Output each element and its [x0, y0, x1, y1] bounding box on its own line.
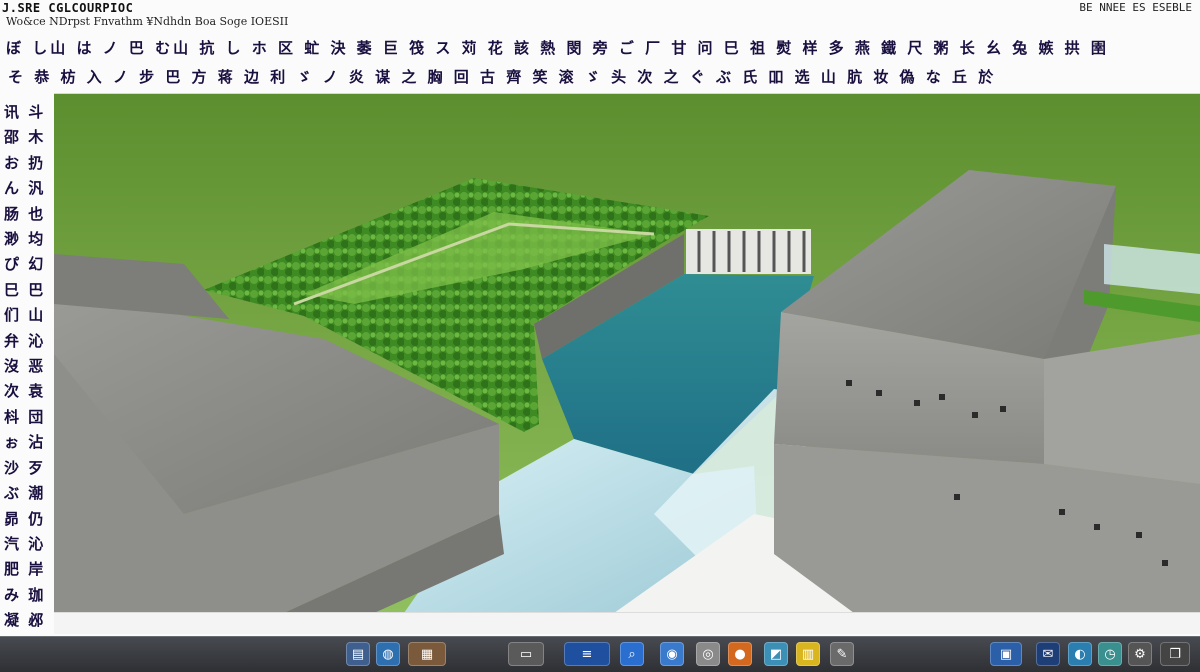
app-window: J.SRE CGLCOURPIOC Wo&ce NDrpst Fnvathm ¥…: [0, 0, 1200, 672]
search-icon[interactable]: ⌕: [620, 642, 644, 666]
notes-icon[interactable]: ▥: [796, 642, 820, 666]
app-subtitle: Wo&ce NDrpst Fnvathm ¥Ndhdn Boa Soge IOE…: [6, 15, 289, 28]
image-icon[interactable]: ◩: [764, 642, 788, 666]
monitor-icon[interactable]: ▭: [508, 642, 544, 666]
render-viewport[interactable]: [54, 93, 1200, 612]
mail-icon[interactable]: ◐: [1068, 642, 1092, 666]
network-icon[interactable]: ≡: [564, 642, 610, 666]
left-tool-rail[interactable]: 讯 斗 邵 木 お 扔 ん 汎 肠 也 渺 均 ぴ 幻 巳 巴 们 山 弁 沁 …: [4, 100, 50, 630]
firefox-icon[interactable]: ●: [728, 642, 752, 666]
taskbar: ▤ ◍ ▦ ▭ ≡ ⌕ ◉ ◎ ● ◩ ▥ ✎ ▣ ✉ ◐ ◷ ⚙ ❐: [0, 636, 1200, 672]
app-title: J.SRE CGLCOURPIOC: [2, 1, 134, 15]
tool-icon[interactable]: ✎: [830, 642, 854, 666]
title-bar: J.SRE CGLCOURPIOC Wo&ce NDrpst Fnvathm ¥…: [0, 0, 1200, 30]
folder-icon[interactable]: ▦: [408, 642, 446, 666]
terminal-icon[interactable]: ▤: [346, 642, 370, 666]
status-strip: [54, 612, 1200, 634]
corner-label: BE NNEE ES ESEBLE: [1079, 1, 1192, 14]
toolbar-row-2[interactable]: そ 恭 枋 入 ノ 步 巴 方 蒋 边 利 ゞ ノ 炎 谋 之 胸 回 古 齊 …: [8, 66, 1198, 88]
display-icon[interactable]: ▣: [990, 642, 1022, 666]
architectural-render: [54, 94, 1200, 612]
right-lower-top: [1044, 334, 1200, 484]
rail-glyphs[interactable]: 讯 斗 邵 木 お 扔 ん 汎 肠 也 渺 均 ぴ 幻 巳 巴 们 山 弁 沁 …: [4, 100, 50, 634]
settings-icon[interactable]: ⚙: [1128, 642, 1152, 666]
toolbar-row-1[interactable]: ぼ し山 は ノ 巴 む山 抗 し ホ 区 虻 決 萎 巨 筏 ス 苅 花 該 …: [6, 37, 1196, 59]
clock-icon[interactable]: ◷: [1098, 642, 1122, 666]
chat-icon[interactable]: ✉: [1036, 642, 1060, 666]
disc-icon[interactable]: ◎: [696, 642, 720, 666]
colonnade: [686, 229, 811, 274]
chrome-icon[interactable]: ◉: [660, 642, 684, 666]
globe-icon[interactable]: ◍: [376, 642, 400, 666]
window-icon[interactable]: ❐: [1160, 642, 1190, 666]
